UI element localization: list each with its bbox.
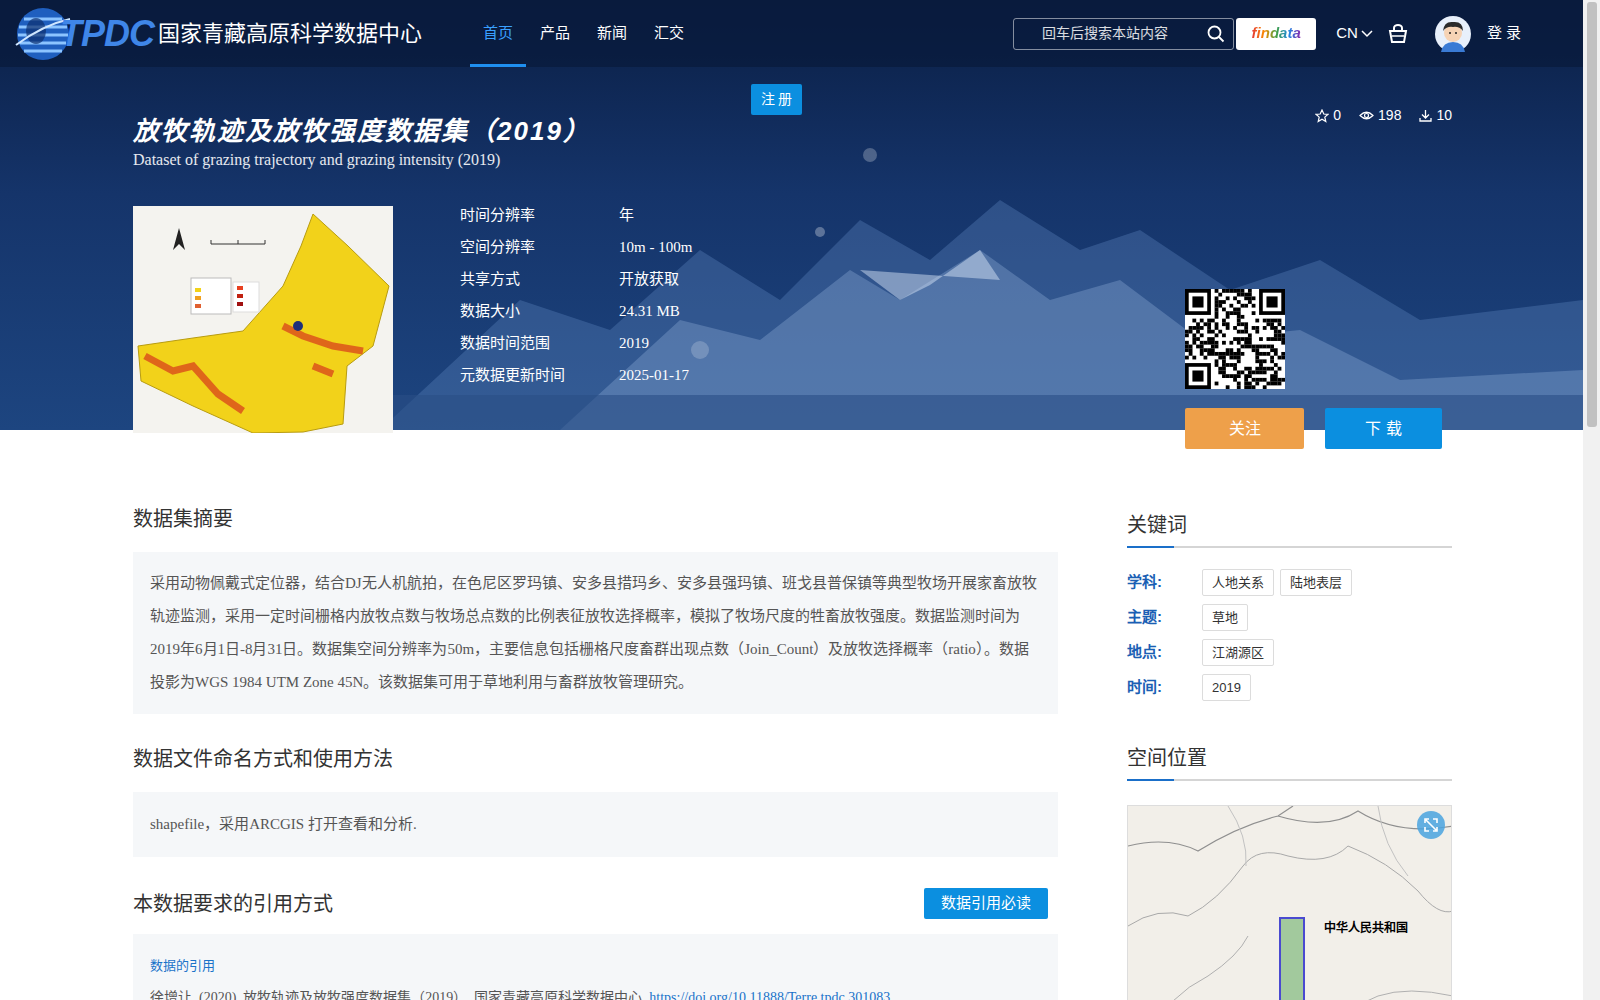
download-button[interactable]: 下 载 [1325,408,1442,449]
eye-icon [1359,110,1374,121]
expand-icon[interactable] [1423,817,1439,833]
citation-heading: 本数据要求的引用方式 [133,891,333,917]
usage-box: shapefile，采用ARCGIS 打开查看和分析. [133,792,1058,857]
spatial-heading: 空间位置 [1127,745,1452,771]
top-nav: TPDC国家青藏高原科学数据中心首页产品新闻汇交 findata CN 登 录 [0,0,1583,67]
register-button[interactable]: 注 册 [751,84,802,115]
search-box[interactable] [1013,18,1234,50]
map-expand-button[interactable] [1417,811,1445,839]
nav-item[interactable]: 汇交 [641,0,697,67]
language-select[interactable]: CN [1336,22,1373,45]
dataset-title-en: Dataset of grazing trajectory and grazin… [133,149,591,171]
stat-downloads[interactable]: 10 [1419,105,1452,126]
qr-code [1185,289,1285,389]
search-input[interactable] [1042,23,1207,44]
hero-body: 时间分辨率年空间分辨率10m - 100m共享方式开放获取数据大小24.31 M… [133,206,1452,449]
findata-button[interactable]: findata [1236,18,1316,50]
dataset-title: 放牧轨迹及放牧强度数据集（2019） [133,114,591,148]
star-icon[interactable] [1315,109,1329,123]
user-avatar[interactable] [1435,16,1471,52]
cart-icon[interactable] [1387,24,1409,44]
citation-box: 数据的引用徐增让. (2020). 放牧轨迹及放牧强度数据集（2019）. 国家… [133,934,1058,1000]
keyword-row: 时间:2019 [1127,670,1452,705]
hero: TPDC国家青藏高原科学数据中心首页产品新闻汇交findataCN登 录注 册放… [0,0,1583,430]
map-boundaries [1128,806,1452,1000]
citation-guide-button[interactable]: 数据引用必读 [924,888,1048,919]
hero-actions: 关注下 载 [1185,206,1442,449]
follow-button[interactable]: 关注 [1185,408,1304,449]
abstract-box: 采用动物佩戴式定位器，结合DJ无人机航拍，在色尼区罗玛镇、安多县措玛乡、安多县强… [133,552,1058,714]
info-row: 时间分辨率年 [460,199,692,231]
dataset-thumbnail[interactable] [133,206,393,433]
keyword-tag[interactable]: 2019 [1202,674,1251,701]
scrollbar[interactable] [1583,0,1600,1000]
nav-item[interactable]: 产品 [527,0,583,67]
info-row: 数据大小24.31 MB [460,295,692,327]
heading-underline [1127,546,1452,548]
page: TPDC国家青藏高原科学数据中心首页产品新闻汇交findataCN登 录注 册放… [0,0,1583,1000]
doi-link[interactable]: https://doi.org/10.11888/Terre.tpdc.3010… [649,990,890,1000]
keyword-tag[interactable]: 江湖源区 [1202,639,1274,666]
keyword-row: 地点:江湖源区 [1127,635,1452,670]
login-link[interactable]: 登 录 [1487,22,1521,45]
main-column: 数据集摘要采用动物佩戴式定位器，结合DJ无人机航拍，在色尼区罗玛镇、安多县措玛乡… [133,430,1058,1000]
citation-header: 本数据要求的引用方式 数据引用必读 [133,888,1058,919]
chevron-down-icon[interactable] [1361,30,1373,38]
map-country-label: 中华人民共和国 [1324,919,1408,937]
dataset-info: 时间分辨率年空间分辨率10m - 100m共享方式开放获取数据大小24.31 M… [460,199,692,391]
keyword-tag[interactable]: 陆地表层 [1280,569,1352,596]
info-row: 元数据更新时间2025-01-17 [460,359,692,391]
hero-content: 放牧轨迹及放牧强度数据集（2019）Dataset of grazing tra… [133,67,1452,430]
citation-subtitle: 数据的引用 [150,956,1041,976]
scrollbar-thumb[interactable] [1587,2,1597,427]
avatar-icon[interactable] [1435,16,1471,52]
keyword-row: 学科:人地关系陆地表层 [1127,565,1452,600]
main-nav: 首页产品新闻汇交 [470,0,697,67]
nav-item[interactable]: 首页 [470,0,526,67]
dataset-stats: 0 198 10 [1315,105,1452,126]
title-row: 放牧轨迹及放牧强度数据集（2019）Dataset of grazing tra… [133,67,1452,171]
info-row: 数据时间范围2019 [460,327,692,359]
keyword-tag[interactable]: 人地关系 [1202,569,1274,596]
abstract-heading: 数据集摘要 [133,506,1058,532]
keyword-tag[interactable]: 草地 [1202,604,1248,631]
stat-favorites[interactable]: 0 [1315,105,1341,126]
keywords-heading: 关键词 [1127,512,1452,538]
cart-button[interactable] [1387,24,1409,44]
side-column: 关键词学科:人地关系陆地表层主题:草地地点:江湖源区时间:2019 空间位置中华人… [1127,430,1452,1000]
usage-heading: 数据文件命名方式和使用方法 [133,746,1058,772]
search-icon[interactable] [1207,25,1225,43]
info-row: 共享方式开放获取 [460,263,692,295]
nav-item[interactable]: 新闻 [584,0,640,67]
site-logo[interactable]: TPDC国家青藏高原科学数据中心 [0,5,422,63]
citation-text: 徐增让. (2020). 放牧轨迹及放牧强度数据集（2019）. 国家青藏高原科… [150,986,1041,1000]
info-row: 空间分辨率10m - 100m [460,231,692,263]
heading-underline [1127,779,1452,781]
browser-viewport: TPDC国家青藏高原科学数据中心首页产品新闻汇交findataCN登 录注 册放… [0,0,1600,1000]
spatial-map[interactable]: 中华人民共和国 [1127,805,1452,1000]
download-icon[interactable] [1419,109,1432,122]
content: 数据集摘要采用动物佩戴式定位器，结合DJ无人机航拍，在色尼区罗玛镇、安多县措玛乡… [133,430,1452,1000]
nav-tools: findata CN 登 录 [1013,16,1521,52]
stat-views: 198 [1359,105,1401,126]
keyword-list: 学科:人地关系陆地表层主题:草地地点:江湖源区时间:2019 [1127,565,1452,705]
keyword-row: 主题:草地 [1127,600,1452,635]
